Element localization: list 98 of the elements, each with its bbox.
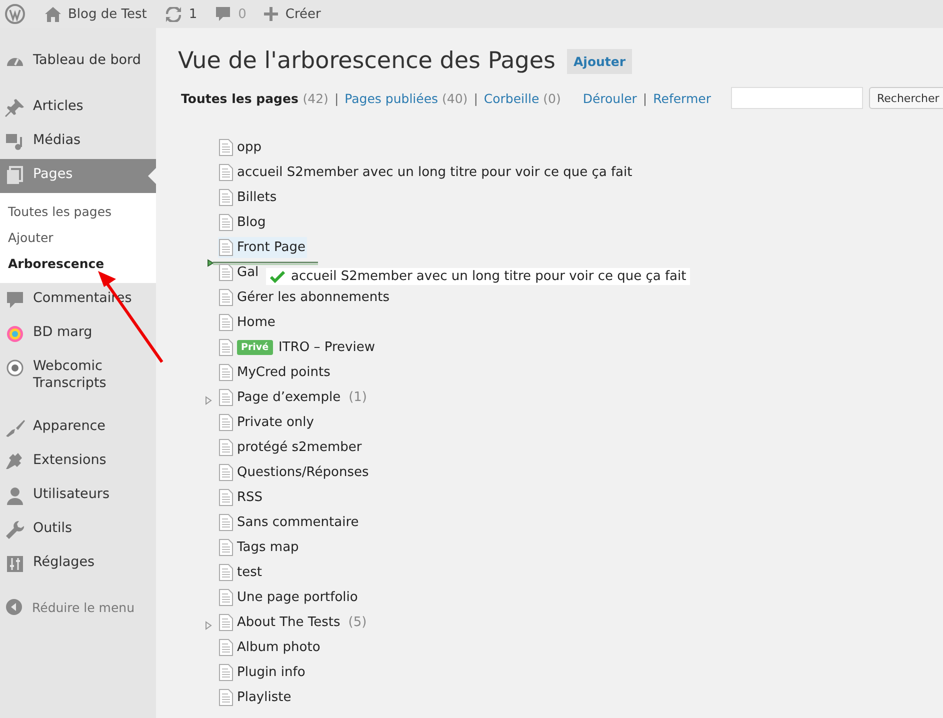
page-item[interactable]: Page d’exemple (1) bbox=[218, 387, 368, 408]
pages-icon bbox=[5, 166, 25, 186]
home-icon bbox=[45, 6, 61, 22]
page-item[interactable]: test bbox=[218, 562, 263, 583]
page-icon bbox=[219, 389, 233, 406]
page-icon bbox=[219, 539, 233, 556]
page-icon bbox=[219, 514, 233, 531]
page-icon bbox=[219, 439, 233, 456]
page-icon bbox=[219, 189, 233, 206]
search-button[interactable]: Rechercher bbox=[868, 87, 943, 109]
plus-icon bbox=[264, 7, 278, 21]
wrench-icon bbox=[5, 520, 25, 540]
page-item[interactable]: Billets bbox=[218, 187, 278, 208]
page-icon bbox=[219, 214, 233, 231]
page-icon bbox=[219, 464, 233, 481]
page-item[interactable]: Home bbox=[218, 312, 276, 333]
comment-icon[interactable] bbox=[215, 6, 232, 22]
page-item[interactable]: Sans commentaire bbox=[218, 512, 360, 533]
ball-icon bbox=[5, 324, 25, 344]
menu-item[interactable]: Utilisateurs bbox=[0, 479, 156, 513]
menu-item[interactable]: Extensions bbox=[0, 445, 156, 479]
expand-arrow-icon[interactable] bbox=[205, 621, 212, 630]
comment-count: 0 bbox=[238, 6, 246, 22]
page-icon bbox=[219, 589, 233, 606]
page-item[interactable]: Front Page bbox=[218, 237, 306, 258]
menu-item[interactable]: Tableau de bord bbox=[0, 45, 156, 79]
page-item[interactable]: Album photo bbox=[218, 637, 322, 658]
page-title: Vue de l'arborescence des Pages bbox=[178, 48, 556, 74]
page-item[interactable]: Blog bbox=[218, 212, 267, 233]
menu-item[interactable]: Apparence bbox=[0, 411, 156, 445]
page-item[interactable]: opp bbox=[218, 137, 262, 158]
page-icon bbox=[219, 689, 233, 706]
page-item[interactable]: Gérer les abonnements bbox=[218, 287, 391, 308]
page-icon bbox=[219, 614, 233, 631]
media-icon bbox=[5, 132, 25, 152]
menu-item[interactable]: BD marg bbox=[0, 317, 156, 351]
wordpress-logo-icon[interactable] bbox=[5, 4, 25, 24]
menu-item[interactable]: Réglages bbox=[0, 547, 156, 581]
update-count: 1 bbox=[188, 6, 198, 22]
add-button[interactable]: Ajouter bbox=[567, 48, 632, 74]
page-item[interactable]: Une page portfolio bbox=[218, 587, 359, 608]
page-item[interactable]: Private only bbox=[218, 412, 315, 433]
page-item[interactable]: MyCred points bbox=[218, 362, 332, 383]
page-item[interactable]: Questions/Réponses bbox=[218, 462, 370, 483]
brush-icon bbox=[5, 418, 25, 438]
submenu-item[interactable]: Ajouter bbox=[0, 225, 156, 251]
page-icon bbox=[219, 239, 233, 256]
filter-link[interactable]: Corbeille (0) bbox=[484, 90, 561, 106]
page-icon bbox=[219, 139, 233, 156]
page-item[interactable]: Playliste bbox=[218, 687, 292, 708]
page-item[interactable]: Gal bbox=[218, 262, 260, 283]
site-name-link[interactable]: Blog de Test bbox=[68, 6, 147, 22]
page-icon bbox=[219, 289, 233, 306]
comment-icon bbox=[5, 290, 25, 310]
menu-item[interactable]: Médias bbox=[0, 125, 156, 159]
page-item[interactable]: About The Tests (5) bbox=[218, 612, 368, 633]
expand-arrow-icon[interactable] bbox=[205, 396, 212, 405]
page-item[interactable]: RSS bbox=[218, 487, 264, 508]
page-item[interactable]: Privé ITRO – Preview bbox=[218, 337, 376, 358]
page-icon bbox=[219, 414, 233, 431]
page-icon bbox=[219, 489, 233, 506]
filter-link[interactable]: Toutes les pages (42) bbox=[181, 90, 328, 106]
menu-item[interactable]: Pages bbox=[0, 159, 156, 193]
page-icon bbox=[219, 264, 233, 281]
page-icon bbox=[219, 639, 233, 656]
separator: | bbox=[642, 90, 648, 106]
submenu-item[interactable]: Arborescence bbox=[0, 251, 156, 277]
collapse-menu-button[interactable]: Réduire le menu bbox=[0, 581, 156, 633]
user-icon bbox=[5, 486, 25, 506]
submenu-item[interactable]: Toutes les pages bbox=[0, 199, 156, 225]
page-item[interactable]: protégé s2member bbox=[218, 437, 363, 458]
page-icon bbox=[219, 339, 233, 356]
dragged-page[interactable]: accueil S2member avec un long titre pour voir ce que ça fait bbox=[266, 268, 690, 285]
page-item[interactable]: Plugin info bbox=[218, 662, 306, 683]
separator: | bbox=[334, 90, 339, 106]
page-icon bbox=[219, 564, 233, 581]
search-field[interactable] bbox=[730, 87, 863, 109]
plug-icon bbox=[5, 452, 25, 472]
page-item[interactable]: accueil S2member avec un long titre pour voir ce que ça fait bbox=[218, 162, 634, 183]
menu-item[interactable]: Articles bbox=[0, 91, 156, 125]
sliders-icon bbox=[5, 554, 25, 574]
menu-item[interactable]: Outils bbox=[0, 513, 156, 547]
radio-icon bbox=[5, 358, 25, 378]
menu-item[interactable]: Webcomic Transcripts bbox=[0, 351, 156, 399]
filter-link[interactable]: Pages publiées (40) bbox=[344, 90, 468, 106]
separator: | bbox=[474, 90, 478, 106]
page-icon bbox=[219, 314, 233, 331]
page-icon bbox=[219, 664, 233, 681]
page-icon bbox=[219, 164, 233, 181]
tree-action-link[interactable]: Refermer bbox=[653, 90, 711, 106]
pin-icon bbox=[5, 98, 25, 118]
private-badge: Privé bbox=[237, 340, 273, 355]
check-icon bbox=[270, 270, 285, 282]
refresh-icon[interactable] bbox=[164, 6, 182, 22]
page-item[interactable]: Tags map bbox=[218, 537, 300, 558]
new-link[interactable]: Créer bbox=[285, 6, 321, 22]
page-icon bbox=[219, 364, 233, 381]
tree-action-link[interactable]: Dérouler bbox=[582, 90, 637, 106]
